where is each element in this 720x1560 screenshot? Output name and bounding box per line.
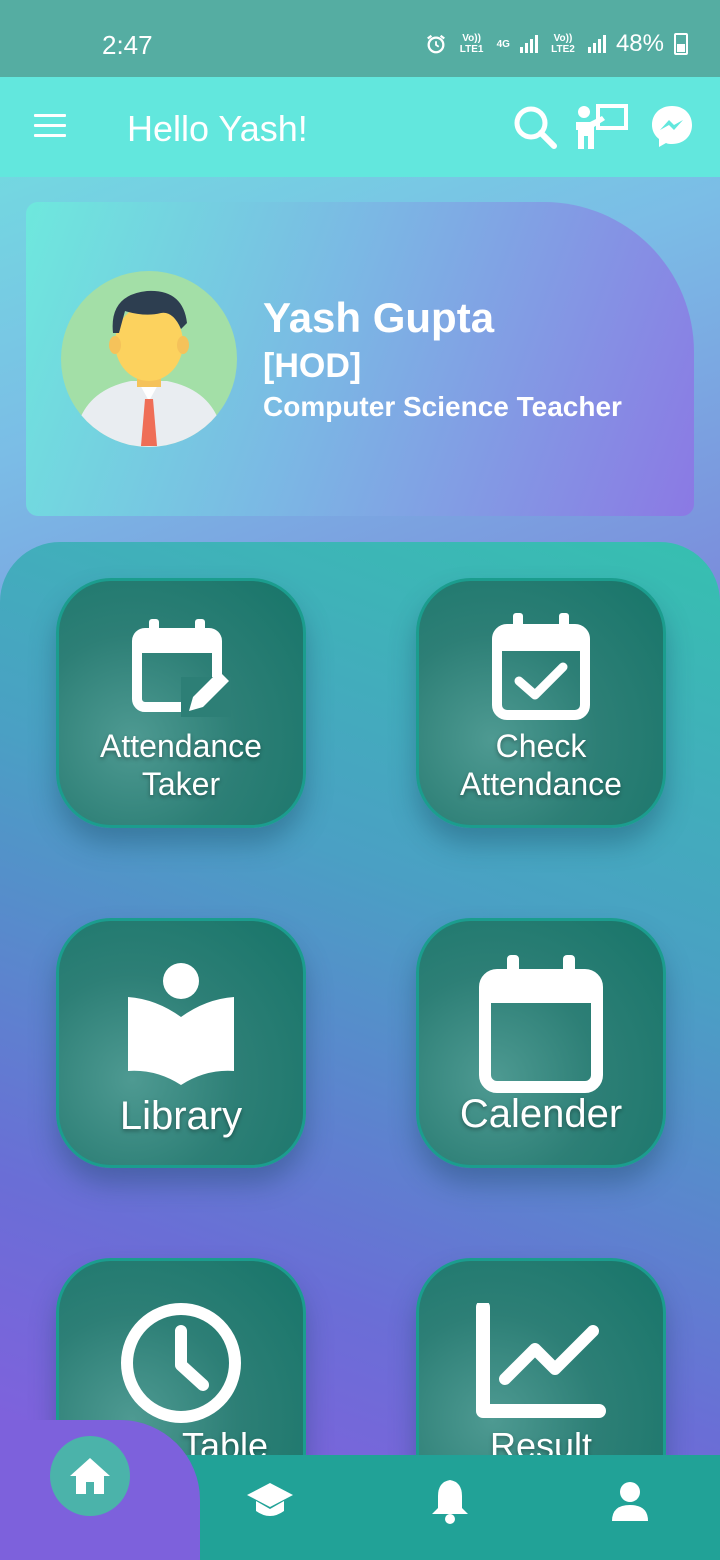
chart-line-icon bbox=[476, 1303, 606, 1418]
tile-label: Check bbox=[495, 728, 587, 764]
profile-role: [HOD] bbox=[263, 347, 362, 385]
status-icons: Vo)) LTE1 4G Vo)) LTE2 48% bbox=[425, 30, 688, 58]
home-icon bbox=[70, 1458, 110, 1494]
library-button[interactable]: Library bbox=[56, 918, 306, 1168]
network-4g: 4G bbox=[496, 38, 510, 50]
greeting-title: Hello Yash! bbox=[127, 108, 308, 149]
nav-notifications[interactable] bbox=[425, 1476, 475, 1526]
calendar-edit-icon bbox=[132, 619, 231, 717]
status-bar: 2:47 Vo)) LTE1 4G Vo)) LTE2 48% bbox=[0, 0, 720, 77]
tile-label: Attendance bbox=[460, 766, 622, 802]
menu-icon[interactable] bbox=[34, 114, 66, 144]
bell-icon bbox=[432, 1480, 468, 1524]
teacher-board-icon[interactable] bbox=[574, 104, 628, 150]
signal-icon bbox=[587, 35, 606, 53]
profile-subject: Computer Science Teacher bbox=[263, 391, 622, 422]
tile-label: Attendance bbox=[100, 728, 262, 764]
profile-name: Yash Gupta bbox=[263, 294, 495, 341]
clock-icon bbox=[121, 1303, 241, 1423]
avatar bbox=[61, 271, 237, 447]
calender-button[interactable]: Calender bbox=[416, 918, 666, 1168]
tile-label: Taker bbox=[141, 766, 221, 802]
tile-label: Library bbox=[119, 1094, 243, 1138]
calendar-icon bbox=[479, 955, 603, 1093]
network-lte2: Vo)) LTE2 bbox=[551, 33, 575, 55]
alarm-icon bbox=[426, 34, 445, 54]
signal-icon bbox=[519, 35, 538, 53]
check-attendance-button[interactable]: Check Attendance bbox=[416, 578, 666, 828]
tile-label: Calender bbox=[459, 1092, 623, 1136]
battery-percent: 48% bbox=[615, 30, 664, 57]
person-icon bbox=[612, 1482, 648, 1521]
reader-icon bbox=[128, 963, 234, 1085]
network-lte1: Vo)) LTE1 bbox=[459, 33, 484, 55]
status-time: 2:47 bbox=[102, 30, 153, 60]
nav-home[interactable] bbox=[50, 1436, 130, 1516]
nav-courses[interactable] bbox=[245, 1476, 295, 1526]
attendance-taker-button[interactable]: Attendance Taker bbox=[56, 578, 306, 828]
nav-profile[interactable] bbox=[605, 1476, 655, 1526]
battery-icon bbox=[674, 33, 688, 55]
search-icon[interactable] bbox=[512, 104, 558, 150]
messenger-icon[interactable] bbox=[650, 104, 694, 148]
calendar-check-icon bbox=[492, 613, 590, 720]
graduation-cap-icon bbox=[247, 1483, 293, 1516]
